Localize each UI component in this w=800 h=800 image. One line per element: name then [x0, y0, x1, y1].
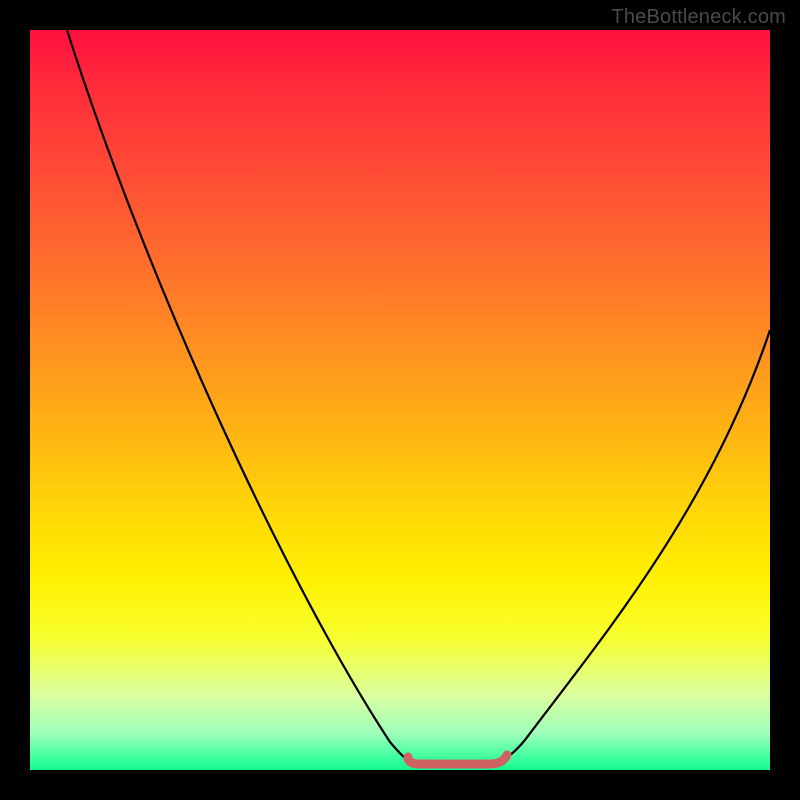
bottleneck-curve — [67, 30, 770, 763]
flat-min-left-cap — [404, 753, 413, 762]
flat-min-right-cap — [503, 751, 512, 760]
plot-area — [30, 30, 770, 770]
watermark-text: TheBottleneck.com — [611, 6, 786, 29]
chart-frame: TheBottleneck.com — [0, 0, 800, 800]
curve-layer — [30, 30, 770, 770]
flat-min-segment — [408, 757, 506, 764]
